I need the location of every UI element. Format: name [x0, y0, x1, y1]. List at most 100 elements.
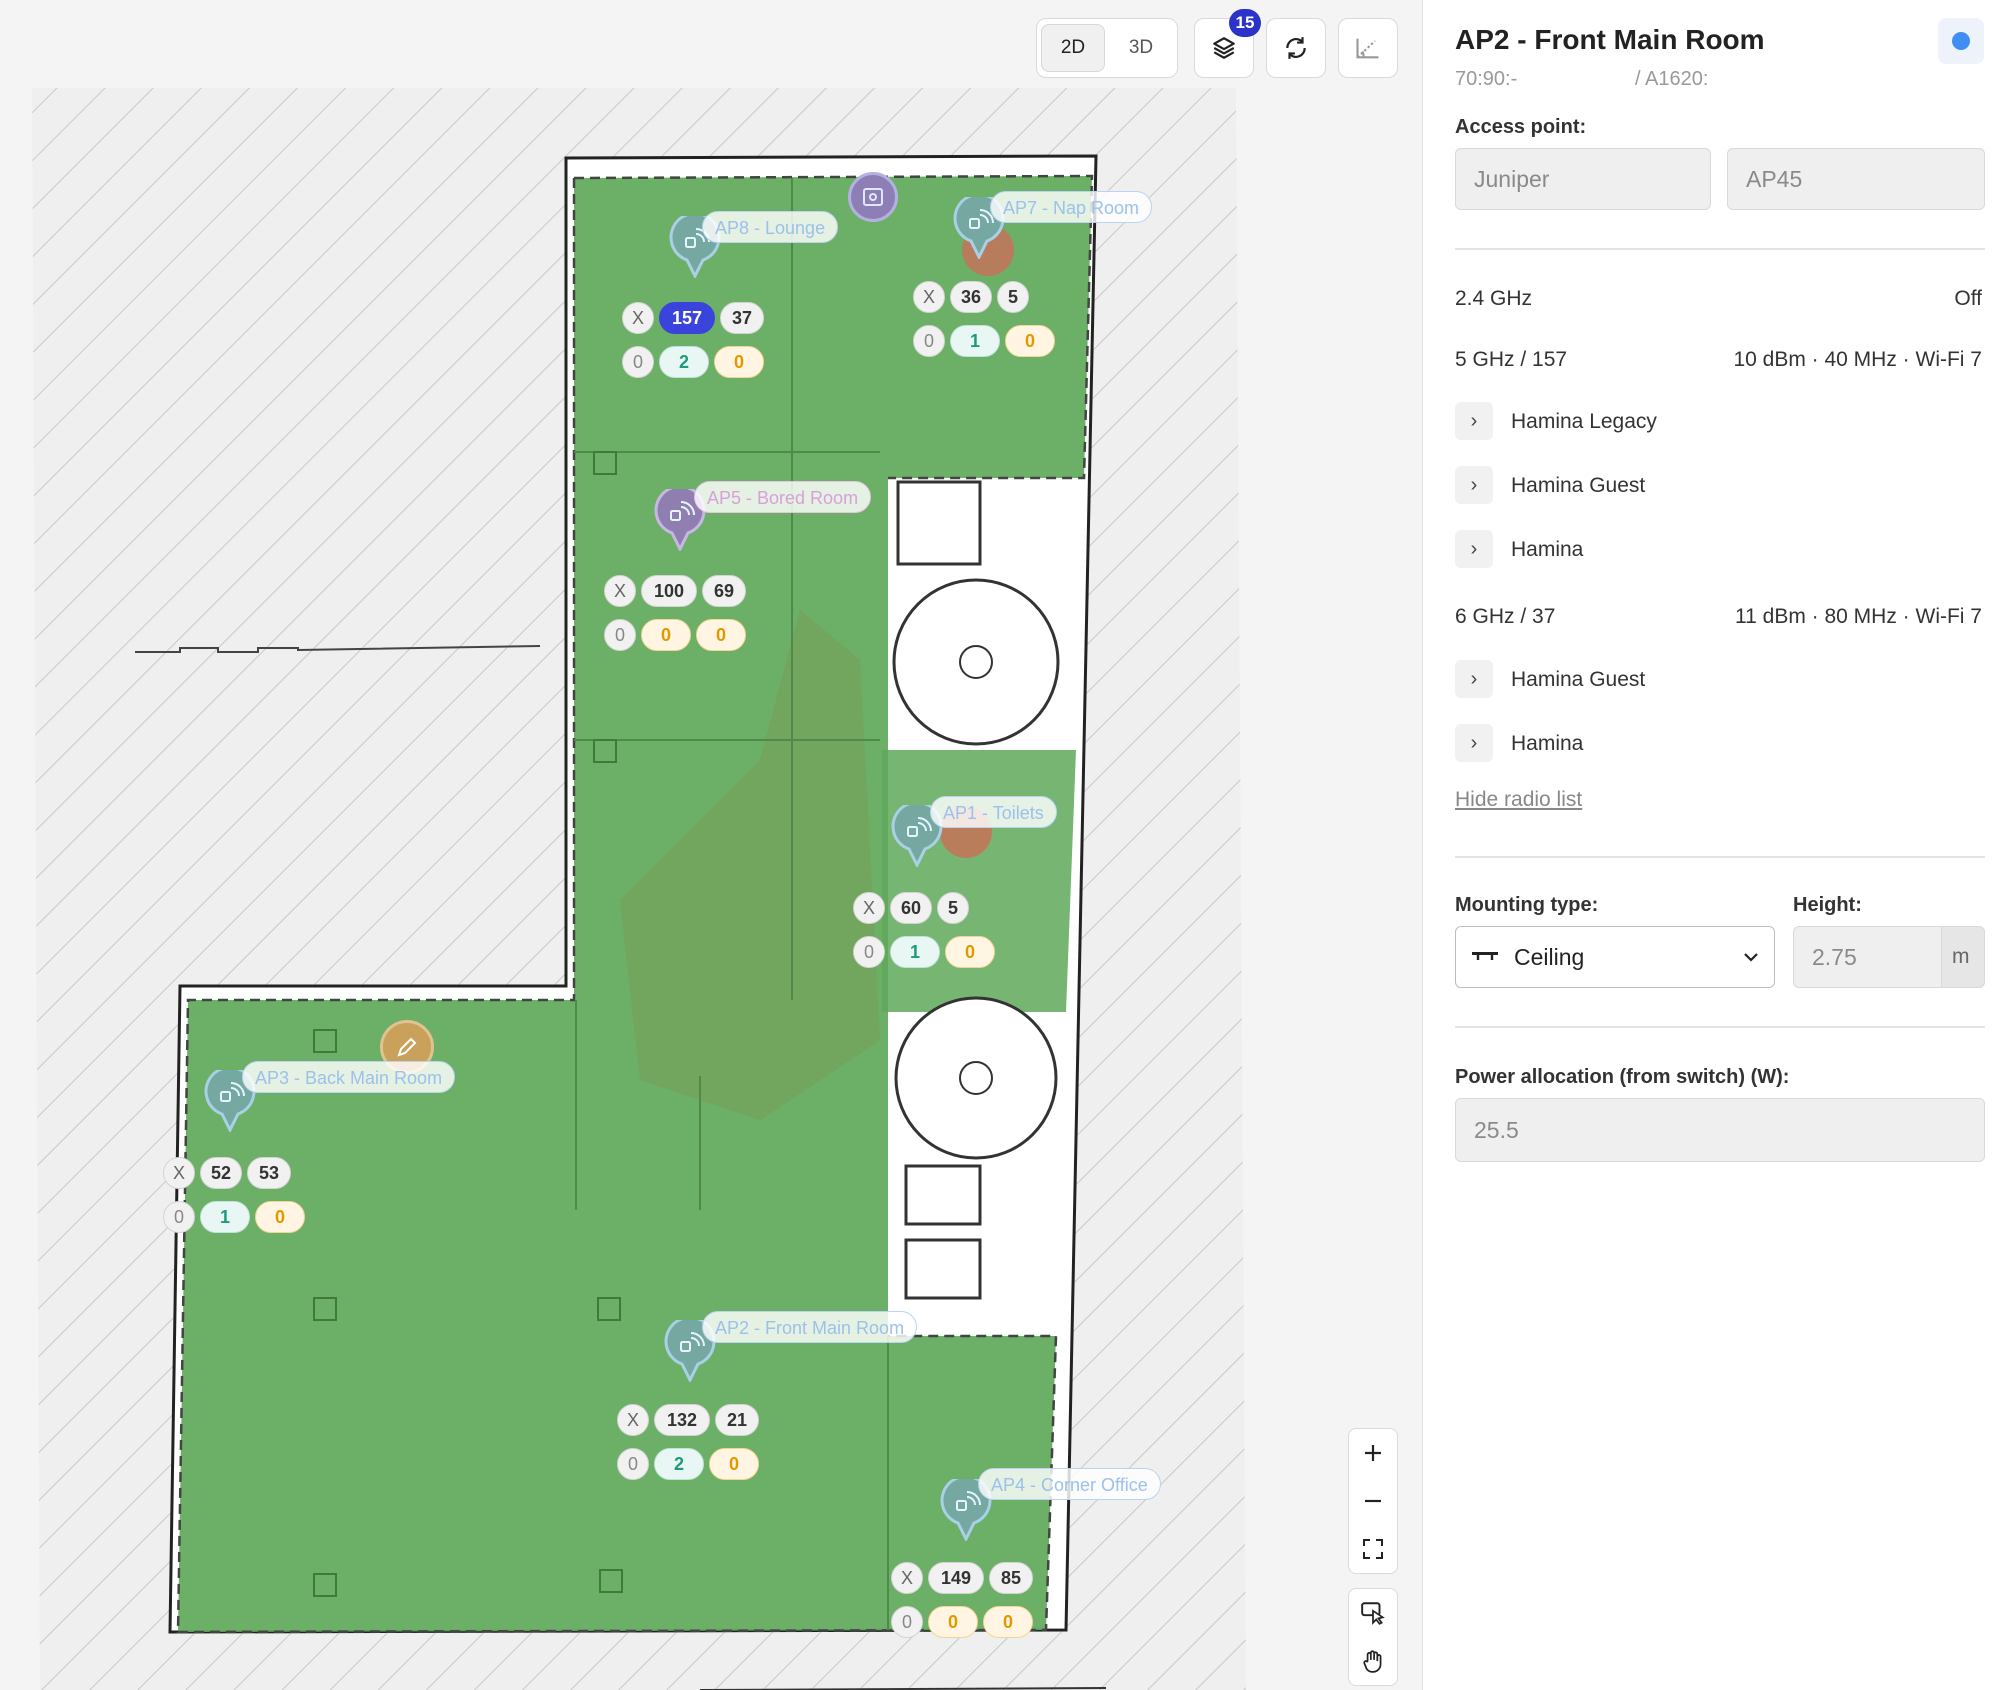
client-count-chip[interactable]: 0: [983, 1606, 1033, 1638]
disabled-radio-chip[interactable]: X: [891, 1562, 923, 1594]
client-count-chip[interactable]: 0: [709, 1448, 759, 1480]
expand-ssid-button[interactable]: ›: [1455, 660, 1493, 698]
channel-5ghz-chip[interactable]: 149: [928, 1562, 984, 1594]
mounting-type-select[interactable]: Ceiling: [1455, 926, 1775, 988]
model-field[interactable]: AP45: [1727, 148, 1985, 210]
disabled-radio-chip[interactable]: X: [622, 302, 654, 334]
power-allocation-label: Power allocation (from switch) (W):: [1455, 1066, 1790, 1088]
client-count-chip[interactable]: 0: [853, 936, 885, 968]
disabled-radio-chip[interactable]: X: [163, 1157, 195, 1189]
panel-title: AP2 - Front Main Room: [1455, 24, 1765, 55]
client-count-chip[interactable]: 2: [659, 346, 709, 378]
client-count-chip[interactable]: 0: [696, 619, 746, 651]
client-count-chip[interactable]: 1: [200, 1201, 250, 1233]
pan-tool-button[interactable]: [1349, 1637, 1397, 1685]
disabled-radio-chip[interactable]: X: [617, 1404, 649, 1436]
channel-5ghz-chip[interactable]: 36: [950, 281, 992, 313]
layers-button[interactable]: 15: [1194, 9, 1261, 78]
ssid-label: Hamina Guest: [1511, 668, 1646, 691]
fit-to-screen-button[interactable]: [1349, 1525, 1397, 1573]
chevron-down-icon: [1744, 953, 1758, 962]
disabled-radio-chip[interactable]: X: [604, 575, 636, 607]
access-point-label[interactable]: AP3 - Back Main Room: [242, 1061, 456, 1093]
client-count-chip[interactable]: 0: [928, 1606, 978, 1638]
layers-icon: [1213, 37, 1235, 59]
disabled-radio-chip[interactable]: X: [853, 892, 885, 924]
mounting-type-value: Ceiling: [1514, 943, 1585, 970]
band-6-settings: 11 dBm · 80 MHz · Wi-Fi 7: [1735, 605, 1982, 628]
measure-button[interactable]: [1338, 18, 1398, 78]
plus-icon: [1365, 1445, 1381, 1461]
client-count-chip[interactable]: 0: [641, 619, 691, 651]
channel-5ghz-chip[interactable]: 132: [654, 1404, 710, 1436]
access-point-label: Access point:: [1455, 116, 1587, 138]
mac-address: 70:90:-: [1455, 68, 1518, 90]
layers-count-badge: 15: [1229, 9, 1261, 37]
status-indicator[interactable]: [1938, 18, 1984, 64]
access-point-label[interactable]: AP7 - Nap Room: [990, 191, 1153, 223]
client-count-chip[interactable]: 0: [913, 325, 945, 357]
status-dot-icon: [1952, 32, 1970, 50]
channel-6ghz-chip[interactable]: 5: [937, 892, 969, 924]
zoom-in-button[interactable]: [1349, 1429, 1397, 1477]
divider: [1455, 1026, 1985, 1028]
ssid-label: Hamina Guest: [1511, 474, 1646, 497]
view-3d-button[interactable]: 3D: [1109, 24, 1173, 72]
height-unit: m: [1941, 926, 1985, 988]
client-count-chip[interactable]: 1: [890, 936, 940, 968]
client-count-chip[interactable]: 0: [945, 936, 995, 968]
refresh-icon: [1286, 37, 1306, 59]
channel-6ghz-chip[interactable]: 69: [702, 575, 746, 607]
client-count-chip[interactable]: 0: [604, 619, 636, 651]
client-count-chip[interactable]: 0: [1005, 325, 1055, 357]
client-count-chip[interactable]: 1: [950, 325, 1000, 357]
client-count-chip[interactable]: 0: [163, 1201, 195, 1233]
channel-6ghz-chip[interactable]: 37: [720, 302, 764, 334]
serial-number: / A1620:: [1635, 68, 1709, 90]
channel-6ghz-chip[interactable]: 85: [989, 1562, 1033, 1594]
client-count-chip[interactable]: 0: [255, 1201, 305, 1233]
band-6-label: 6 GHz / 37: [1455, 605, 1556, 628]
refresh-button[interactable]: [1266, 18, 1326, 78]
access-point-label[interactable]: AP1 - Toilets: [930, 796, 1057, 828]
channel-6ghz-chip[interactable]: 5: [997, 281, 1029, 313]
channel-5ghz-chip[interactable]: 52: [200, 1157, 242, 1189]
client-count-chip[interactable]: 2: [654, 1448, 704, 1480]
view-2d-button[interactable]: 2D: [1041, 24, 1105, 72]
access-point-label[interactable]: AP4 - Corner Office: [978, 1468, 1161, 1500]
access-point-label[interactable]: AP8 - Lounge: [702, 211, 839, 243]
access-point-label[interactable]: AP5 - Bored Room: [694, 481, 872, 513]
client-count-chip[interactable]: 0: [617, 1448, 649, 1480]
disabled-radio-chip[interactable]: X: [913, 281, 945, 313]
ssid-label: Hamina: [1511, 538, 1584, 561]
select-tool-button[interactable]: [1349, 1589, 1397, 1637]
channel-6ghz-chip[interactable]: 53: [247, 1157, 291, 1189]
client-count-chip[interactable]: 0: [622, 346, 654, 378]
measure-angle-icon: [1356, 38, 1379, 59]
band-5-label: 5 GHz / 157: [1455, 348, 1568, 371]
expand-ssid-button[interactable]: ›: [1455, 724, 1493, 762]
expand-icon: [1363, 1539, 1383, 1559]
ssid-label: Hamina Legacy: [1511, 410, 1657, 433]
vendor-field[interactable]: Juniper: [1455, 148, 1711, 210]
expand-ssid-button[interactable]: ›: [1455, 466, 1493, 504]
client-count-chip[interactable]: 0: [714, 346, 764, 378]
height-label: Height:: [1793, 894, 1862, 916]
mounting-type-label: Mounting type:: [1455, 894, 1599, 916]
hide-radio-list-link[interactable]: Hide radio list: [1455, 788, 1582, 812]
floor-plan-canvas[interactable]: AP8 - Lounge X 157 37 0 2 0 AP7 - Nap Room X 36 5 0…: [0, 0, 1422, 1690]
expand-ssid-button[interactable]: ›: [1455, 530, 1493, 568]
ap-details-panel: AP2 - Front Main Room 70:90:- / A1620: A…: [1422, 0, 2000, 1690]
channel-5ghz-chip[interactable]: 60: [890, 892, 932, 924]
camera-marker-icon[interactable]: [848, 172, 898, 222]
height-input[interactable]: 2.75: [1793, 926, 1943, 988]
access-point-label[interactable]: AP2 - Front Main Room: [702, 1311, 918, 1343]
minus-icon: [1365, 1499, 1381, 1503]
expand-ssid-button[interactable]: ›: [1455, 402, 1493, 440]
power-allocation-field[interactable]: 25.5: [1455, 1098, 1985, 1162]
channel-5ghz-chip[interactable]: 157: [659, 302, 715, 334]
zoom-out-button[interactable]: [1349, 1477, 1397, 1525]
channel-6ghz-chip[interactable]: 21: [715, 1404, 759, 1436]
client-count-chip[interactable]: 0: [891, 1606, 923, 1638]
channel-5ghz-chip[interactable]: 100: [641, 575, 697, 607]
